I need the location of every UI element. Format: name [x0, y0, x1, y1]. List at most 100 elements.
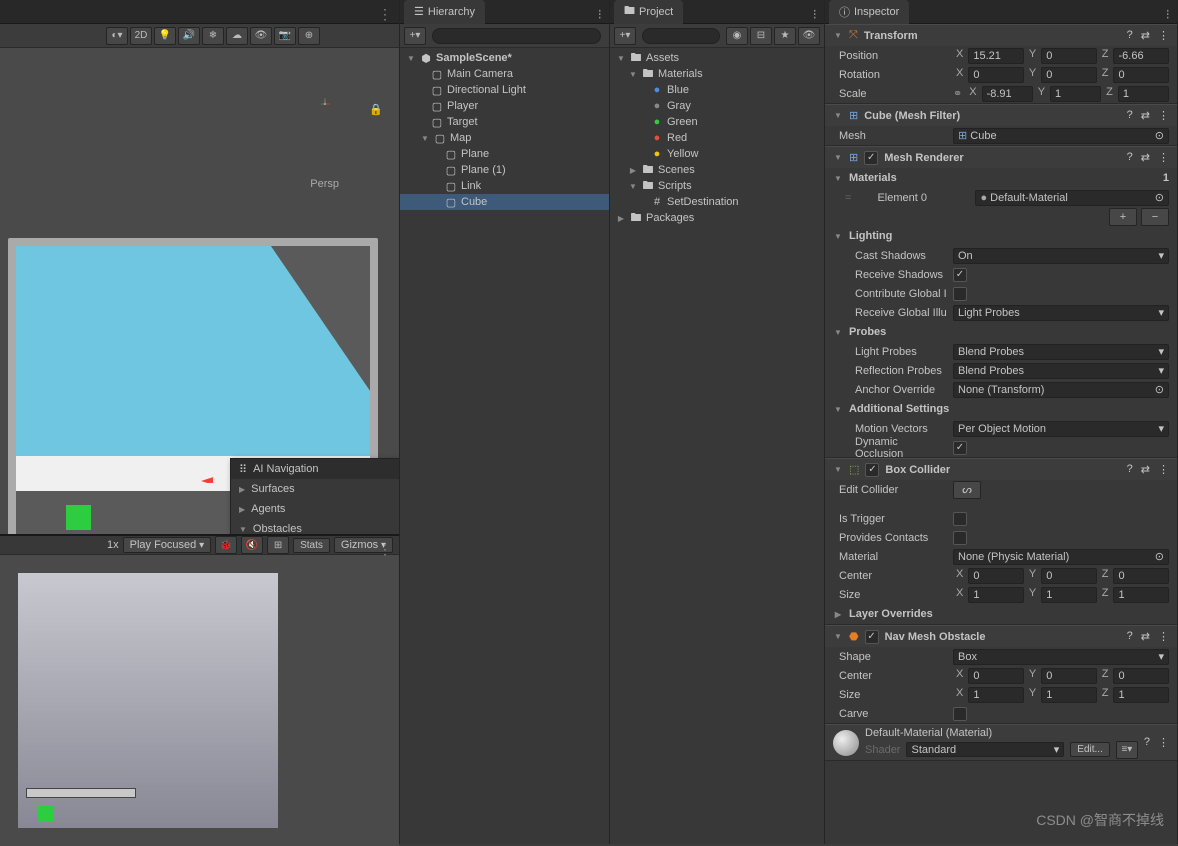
- menu-icon[interactable]: ⋮: [1158, 29, 1169, 42]
- filter-icon[interactable]: ⊟: [750, 27, 772, 45]
- hierarchy-item-selected[interactable]: ▢Cube: [400, 194, 609, 210]
- receive-shadows-check[interactable]: ✓: [953, 268, 967, 282]
- add-button[interactable]: +: [1109, 208, 1137, 226]
- contacts-check[interactable]: [953, 531, 967, 545]
- script-item[interactable]: #SetDestination: [610, 194, 824, 210]
- audio-icon[interactable]: 🔊: [178, 27, 200, 45]
- pos-y[interactable]: 0: [1041, 48, 1097, 64]
- transform-header[interactable]: ▼⤧Transform?⇄⋮: [825, 24, 1177, 46]
- material-item[interactable]: ●Gray: [610, 98, 824, 114]
- mute-icon[interactable]: 🔇: [241, 536, 263, 554]
- bug-icon[interactable]: 🐞: [215, 536, 237, 554]
- materials-foldout[interactable]: ▼Materials1: [825, 168, 1177, 188]
- favorite-icon[interactable]: ★: [774, 27, 796, 45]
- light-icon[interactable]: 💡: [154, 27, 176, 45]
- material-item[interactable]: ●Red: [610, 130, 824, 146]
- tab-inspector[interactable]: ⓘInspector: [829, 0, 909, 24]
- grid-icon[interactable]: ⊞: [267, 536, 289, 554]
- renderer-header[interactable]: ▼⊞✓Mesh Renderer?⇄⋮: [825, 146, 1177, 168]
- tab-more-icon[interactable]: ⋮: [378, 6, 393, 23]
- probes-foldout[interactable]: ▼Probes: [825, 322, 1177, 342]
- scene-viewport[interactable]: yx Persp 🔒 ⠿AI Navigation ▶Surfaces ▶Age…: [0, 48, 399, 534]
- hierarchy-search[interactable]: [432, 28, 601, 44]
- create-button[interactable]: +▾: [614, 27, 636, 45]
- lighting-foldout[interactable]: ▼Lighting: [825, 226, 1177, 246]
- hierarchy-item[interactable]: ▢Plane: [400, 146, 609, 162]
- picker-icon[interactable]: ⊙: [1155, 191, 1164, 204]
- scene-node[interactable]: ▼⬢SampleScene*: [400, 50, 609, 66]
- link-icon[interactable]: ⚭: [953, 87, 962, 100]
- motion-dropdown[interactable]: Per Object Motion▾: [953, 421, 1169, 437]
- shape-dropdown[interactable]: Box▾: [953, 649, 1169, 665]
- packages-folder[interactable]: ▶🖿Packages: [610, 210, 824, 226]
- edit-collider-button[interactable]: ᔕ: [953, 481, 981, 499]
- lock-icon[interactable]: 🔒: [369, 103, 383, 116]
- hierarchy-item[interactable]: ▢Plane (1): [400, 162, 609, 178]
- material-item[interactable]: ●Blue: [610, 82, 824, 98]
- surfaces-item[interactable]: ▶Surfaces: [231, 479, 399, 499]
- carve-check[interactable]: [953, 707, 967, 721]
- picker-icon[interactable]: ⊙: [1155, 383, 1164, 396]
- additional-foldout[interactable]: ▼Additional Settings: [825, 399, 1177, 419]
- overlay-title[interactable]: ⠿AI Navigation: [231, 459, 399, 479]
- materials-folder[interactable]: ▼🖿Materials: [610, 66, 824, 82]
- visibility-icon[interactable]: 👁: [250, 27, 272, 45]
- picker-icon[interactable]: ⊙: [1155, 550, 1164, 563]
- pos-x[interactable]: 15.21: [968, 48, 1024, 64]
- material-item[interactable]: ●Green: [610, 114, 824, 130]
- scl-z[interactable]: 1: [1118, 86, 1169, 102]
- element0-field[interactable]: ● Default-Material⊙: [975, 190, 1169, 206]
- rot-x[interactable]: 0: [968, 67, 1024, 83]
- meshfilter-header[interactable]: ▼⊞Cube (Mesh Filter)?⇄⋮: [825, 104, 1177, 126]
- shading-mode-button[interactable]: ◐▾: [106, 27, 128, 45]
- 2d-button[interactable]: 2D: [130, 27, 152, 45]
- scl-x[interactable]: -8.91: [982, 86, 1033, 102]
- scl-y[interactable]: 1: [1050, 86, 1101, 102]
- tab-project[interactable]: 🖿Project: [614, 0, 683, 24]
- nav-enable[interactable]: ✓: [865, 630, 879, 644]
- contribute-gi-check[interactable]: [953, 287, 967, 301]
- hierarchy-item[interactable]: ▢Directional Light: [400, 82, 609, 98]
- trigger-check[interactable]: [953, 512, 967, 526]
- picker-icon[interactable]: ⊙: [1155, 129, 1164, 142]
- selected-cube-gizmo[interactable]: [66, 505, 91, 530]
- material-header[interactable]: Default-Material (Material) Shader Stand…: [825, 724, 1177, 760]
- physic-material-field[interactable]: None (Physic Material)⊙: [953, 549, 1169, 565]
- filter-icon[interactable]: ◉: [726, 27, 748, 45]
- pos-z[interactable]: -6.66: [1113, 48, 1169, 64]
- cast-shadows-dropdown[interactable]: On▾: [953, 248, 1169, 264]
- shader-dropdown[interactable]: Standard▾: [906, 742, 1064, 757]
- mesh-field[interactable]: ⊞ Cube⊙: [953, 128, 1169, 144]
- edit-button[interactable]: Edit...: [1070, 742, 1110, 757]
- stats-button[interactable]: Stats: [293, 538, 330, 553]
- hidden-icon[interactable]: 👁: [798, 27, 820, 45]
- play-focused-dropdown[interactable]: Play Focused ▾: [123, 537, 211, 553]
- renderer-enable[interactable]: ✓: [864, 151, 878, 165]
- layer-overrides-foldout[interactable]: ▶Layer Overrides: [825, 604, 1177, 624]
- box-enable[interactable]: ✓: [865, 463, 879, 477]
- help-icon[interactable]: ?: [1127, 29, 1133, 42]
- fx-icon[interactable]: ❄: [202, 27, 224, 45]
- hierarchy-item[interactable]: ▢Link: [400, 178, 609, 194]
- dynocc-check[interactable]: ✓: [953, 441, 967, 455]
- hidden-icon[interactable]: ☁: [226, 27, 248, 45]
- project-search[interactable]: [642, 28, 720, 44]
- material-menu-icon[interactable]: ≡▾: [1116, 741, 1138, 759]
- game-view[interactable]: [18, 573, 278, 828]
- anchor-field[interactable]: None (Transform)⊙: [953, 382, 1169, 398]
- rot-z[interactable]: 0: [1113, 67, 1169, 83]
- material-count[interactable]: 1: [1163, 172, 1169, 184]
- tab-hierarchy[interactable]: ☰Hierarchy: [404, 0, 485, 24]
- gizmo-icon[interactable]: ⊕: [298, 27, 320, 45]
- rot-y[interactable]: 0: [1041, 67, 1097, 83]
- refl-probes-dropdown[interactable]: Blend Probes▾: [953, 363, 1169, 379]
- camera-icon[interactable]: 📷: [274, 27, 296, 45]
- remove-button[interactable]: −: [1141, 208, 1169, 226]
- hierarchy-item[interactable]: ▢Main Camera: [400, 66, 609, 82]
- navmesh-header[interactable]: ▼⬣✓Nav Mesh Obstacle?⇄⋮: [825, 625, 1177, 647]
- hierarchy-item[interactable]: ▢Player: [400, 98, 609, 114]
- hierarchy-item[interactable]: ▢Target: [400, 114, 609, 130]
- create-button[interactable]: +▾: [404, 27, 426, 45]
- boxcollider-header[interactable]: ▼⬚✓Box Collider?⇄⋮: [825, 458, 1177, 480]
- agents-item[interactable]: ▶Agents: [231, 499, 399, 519]
